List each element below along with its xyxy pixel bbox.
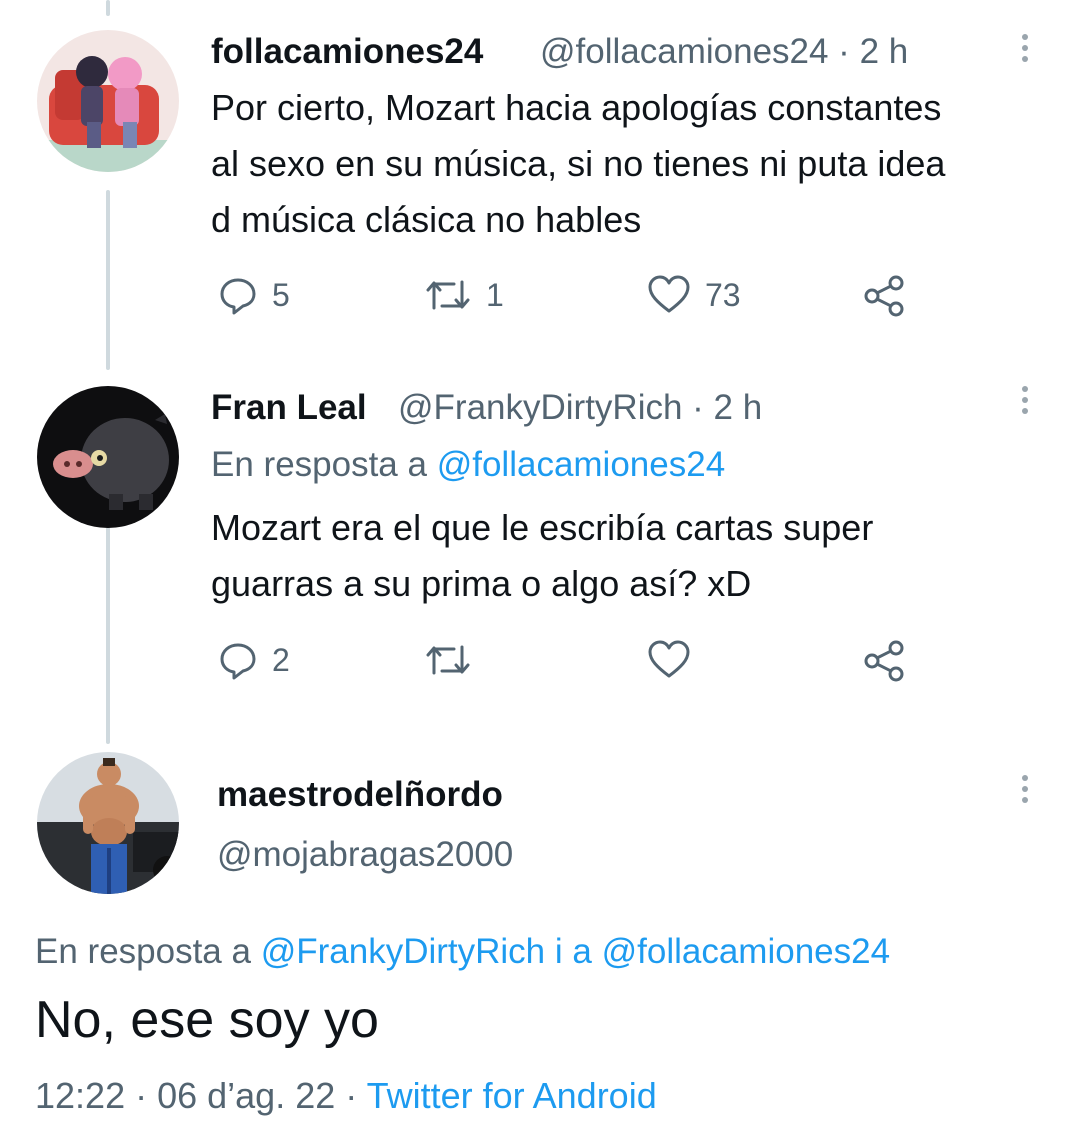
author-name[interactable]: follacamiones24 xyxy=(211,32,483,72)
share-button[interactable] xyxy=(862,275,908,317)
author-handle-time[interactable]: @follacamiones24 · 2 h xyxy=(540,32,908,72)
reply-icon xyxy=(220,643,256,680)
reply-count: 5 xyxy=(272,276,290,313)
retweet-icon xyxy=(426,645,470,675)
tweet-text-line: Mozart era el que le escribía cartas sup… xyxy=(211,507,874,548)
tweet-text-line: Por cierto, Mozart hacia apologías const… xyxy=(211,87,942,128)
retweet-button[interactable]: 1 xyxy=(424,275,504,315)
more-icon[interactable] xyxy=(1020,386,1030,419)
author-name[interactable]: maestrodelñordo xyxy=(217,775,503,815)
source-link[interactable]: Twitter for Android xyxy=(367,1075,657,1116)
thread-line-top xyxy=(106,0,110,16)
reply-mention-link[interactable]: @follacamiones24 xyxy=(602,932,890,971)
author-name[interactable]: Fran Leal xyxy=(211,388,367,428)
more-icon[interactable] xyxy=(1020,775,1030,808)
reply-context: En resposta a @follacamiones24 xyxy=(211,445,725,485)
like-icon xyxy=(648,640,690,678)
reply-mention-link[interactable]: @FrankyDirtyRich xyxy=(261,932,545,971)
focused-tweet-text: No, ese soy yo xyxy=(35,991,379,1049)
retweet-button[interactable] xyxy=(424,640,472,680)
thread-line-2 xyxy=(106,522,110,744)
retweet-icon xyxy=(426,280,470,310)
timestamp: 12:22 · 06 d’ag. 22 · xyxy=(35,1075,358,1116)
reply-icon xyxy=(220,278,256,315)
author-handle-time[interactable]: @FrankyDirtyRich · 2 h xyxy=(398,388,762,428)
reply-context: En resposta a @FrankyDirtyRich i a @foll… xyxy=(35,932,890,972)
tweet-text-line: d música clásica no hables xyxy=(211,199,642,240)
tweet-meta: 12:22 · 06 d’ag. 22 · Twitter for Androi… xyxy=(35,1075,657,1117)
avatar[interactable] xyxy=(37,386,179,528)
like-icon xyxy=(648,275,690,313)
avatar[interactable] xyxy=(37,752,179,894)
reply-count: 2 xyxy=(272,641,290,678)
retweet-count: 1 xyxy=(486,276,504,313)
thread-line-1 xyxy=(106,190,110,370)
tweet-text-line: guarras a su prima o algo así? xD xyxy=(211,563,752,604)
like-count: 73 xyxy=(705,276,741,313)
share-button[interactable] xyxy=(862,640,908,682)
reply-mention-link[interactable]: @follacamiones24 xyxy=(437,445,725,484)
reply-button[interactable]: 2 xyxy=(218,640,290,680)
reply-prefix: En resposta a xyxy=(211,445,427,484)
like-button[interactable]: 73 xyxy=(647,275,741,315)
avatar[interactable] xyxy=(37,30,179,172)
reply-button[interactable]: 5 xyxy=(218,275,290,315)
share-icon xyxy=(864,640,904,682)
more-icon[interactable] xyxy=(1020,34,1030,67)
tweet-text-line: al sexo en su música, si no tienes ni pu… xyxy=(211,143,946,184)
reply-join: i a xyxy=(554,932,592,971)
reply-prefix: En resposta a xyxy=(35,932,251,971)
like-button[interactable] xyxy=(647,640,691,680)
share-icon xyxy=(864,275,904,317)
author-handle[interactable]: @mojabragas2000 xyxy=(217,835,513,875)
